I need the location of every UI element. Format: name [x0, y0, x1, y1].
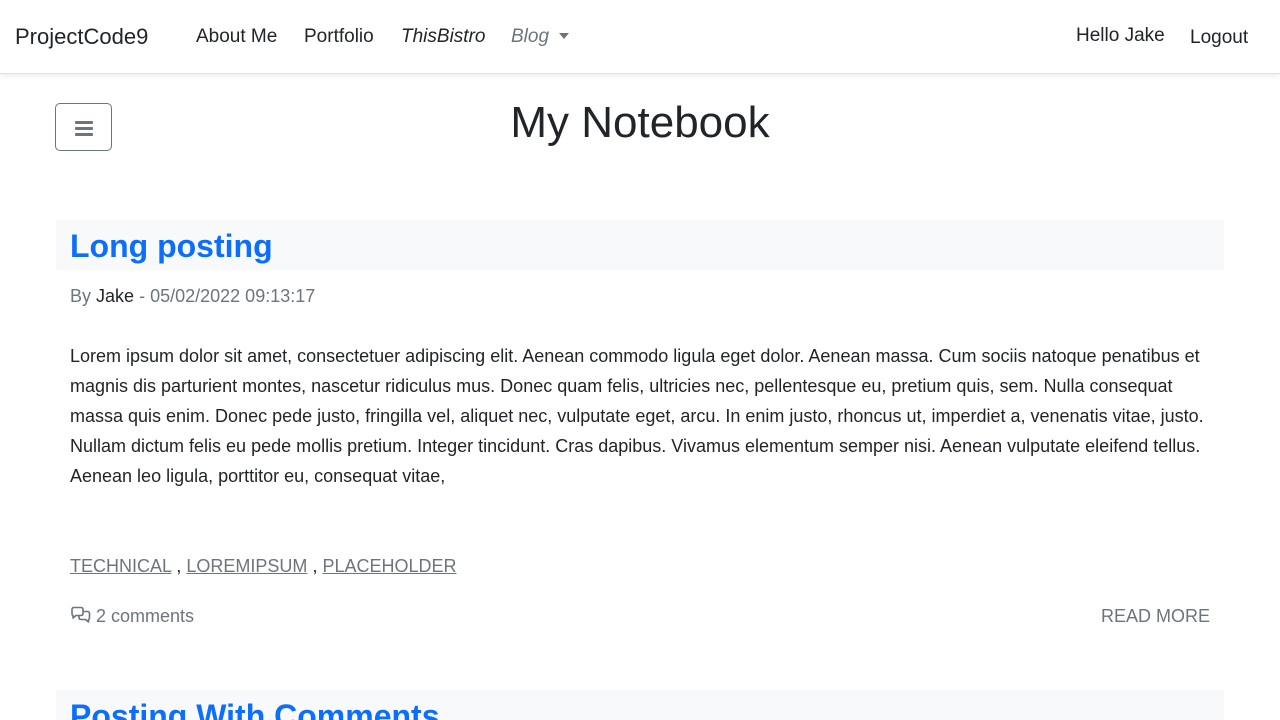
post-title-link[interactable]: Posting With Comments — [70, 696, 439, 720]
caret-down-icon — [559, 33, 570, 39]
tag-separator: , — [176, 556, 182, 576]
comments-count[interactable]: 2 comments — [70, 605, 194, 627]
post-date: 05/02/2022 09:13:17 — [150, 286, 316, 306]
post-header: Posting With Comments — [56, 690, 1224, 720]
post-title-link[interactable]: Long posting — [70, 226, 273, 266]
post-header: Long posting — [56, 220, 1224, 270]
tag-link[interactable]: PLACEHOLDER — [322, 556, 456, 576]
nav-blog-dropdown[interactable]: Blog — [511, 26, 570, 48]
excerpt-fade — [1060, 461, 1220, 495]
blog-dropdown-label: Blog — [511, 26, 550, 47]
tag-link[interactable]: TECHNICAL — [70, 556, 171, 576]
post-author: Jake — [96, 286, 135, 306]
comments-label: 2 comments — [96, 606, 195, 626]
page-title: My Notebook — [510, 98, 770, 147]
nav-thisbistro[interactable]: ThisBistro — [401, 26, 485, 48]
tag-link[interactable]: LOREMIPSUM — [186, 556, 307, 576]
chat-bubbles-icon — [71, 606, 91, 623]
top-navbar: ProjectCode9 About Me Portfolio ThisBist… — [0, 0, 1280, 74]
nav-about-me[interactable]: About Me — [196, 26, 277, 48]
tag-separator: , — [312, 556, 318, 576]
byline-separator: - — [139, 286, 146, 306]
post-tags: TECHNICAL , LOREMIPSUM , PLACEHOLDER — [70, 555, 457, 577]
nav-portfolio[interactable]: Portfolio — [304, 26, 374, 48]
post-excerpt: Lorem ipsum dolor sit amet, consectetuer… — [70, 346, 1204, 486]
user-greeting: Hello Jake — [1076, 25, 1165, 46]
logout-link[interactable]: Logout — [1190, 27, 1248, 49]
read-more-link[interactable]: READ MORE — [1101, 605, 1210, 627]
post-byline: By Jake - 05/02/2022 09:13:17 — [70, 285, 315, 307]
brand-link[interactable]: ProjectCode9 — [15, 24, 148, 50]
by-label: By — [70, 286, 92, 306]
